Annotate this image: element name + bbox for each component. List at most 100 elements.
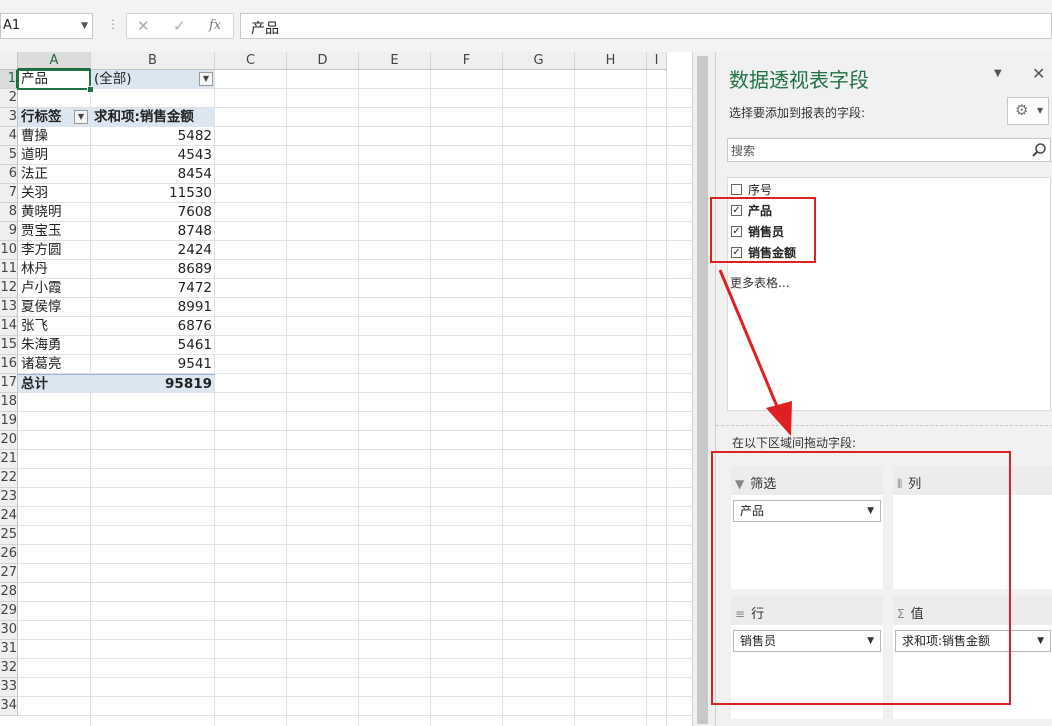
value-cell[interactable]: 11530 — [91, 184, 215, 203]
value-cell[interactable]: 2424 — [91, 241, 215, 260]
row-header[interactable]: 34 — [0, 697, 18, 716]
column-header-c[interactable]: C — [215, 52, 287, 70]
row-header[interactable]: 24 — [0, 507, 18, 526]
value-cell[interactable]: 6876 — [91, 317, 215, 336]
checkbox[interactable] — [731, 184, 742, 195]
row-header[interactable]: 8 — [0, 203, 18, 222]
row-number: 26 — [0, 546, 17, 561]
row-label-cell[interactable]: 道明 — [18, 146, 91, 165]
scrollbar-thumb[interactable] — [697, 56, 708, 724]
row-header[interactable]: 7 — [0, 184, 18, 203]
row-header[interactable]: 13 — [0, 298, 18, 317]
column-header-h[interactable]: H — [575, 52, 647, 70]
row-label-cell[interactable]: 贾宝玉 — [18, 222, 91, 241]
row-header[interactable]: 17 — [0, 374, 18, 393]
close-icon[interactable]: ✕ — [1032, 64, 1045, 83]
row-header[interactable]: 3 — [0, 108, 18, 127]
value-cell[interactable]: 8748 — [91, 222, 215, 241]
total-value[interactable]: 95819 — [91, 374, 215, 393]
value-cell[interactable]: 9541 — [91, 355, 215, 374]
row-header[interactable]: 11 — [0, 260, 18, 279]
row-label-filter-icon[interactable]: ▼ — [74, 110, 88, 124]
row-header[interactable]: 28 — [0, 583, 18, 602]
filter-dropdown-icon[interactable]: ▼ — [199, 72, 213, 86]
tools-button[interactable]: ⚙ ▼ — [1007, 97, 1049, 125]
search-input[interactable] — [729, 140, 1023, 162]
row-header[interactable]: 2 — [0, 89, 18, 108]
row-header[interactable]: 18 — [0, 393, 18, 412]
row-header[interactable]: 21 — [0, 450, 18, 469]
row-label-cell[interactable]: 法正 — [18, 165, 91, 184]
row-label-cell[interactable]: 张飞 — [18, 317, 91, 336]
row-header[interactable]: 4 — [0, 127, 18, 146]
value-cell[interactable]: 5482 — [91, 127, 215, 146]
row-number: 4 — [8, 128, 17, 143]
formula-input[interactable]: 产品 — [240, 13, 1052, 39]
pane-splitter[interactable] — [716, 425, 1052, 427]
row-label-cell[interactable]: 诸葛亮 — [18, 355, 91, 374]
row-header[interactable]: 26 — [0, 545, 18, 564]
value-cell[interactable]: 5461 — [91, 336, 215, 355]
column-header-e[interactable]: E — [359, 52, 431, 70]
insert-function-icon[interactable]: fx — [209, 18, 221, 33]
value-cell[interactable]: 8991 — [91, 298, 215, 317]
row-label-cell[interactable]: 黄晓明 — [18, 203, 91, 222]
gridline-horizontal — [18, 639, 692, 640]
row-header[interactable]: 32 — [0, 659, 18, 678]
row-header[interactable]: 6 — [0, 165, 18, 184]
row-header[interactable]: 1 — [0, 70, 18, 89]
name-box[interactable]: A1 ▼ — [0, 13, 93, 39]
value-cell[interactable]: 8454 — [91, 165, 215, 184]
row-header[interactable]: 31 — [0, 640, 18, 659]
column-header-i[interactable]: I — [647, 52, 667, 70]
row-header[interactable]: 10 — [0, 241, 18, 260]
row-header[interactable]: 30 — [0, 621, 18, 640]
row-header[interactable]: 19 — [0, 412, 18, 431]
chevron-down-icon[interactable]: ▼ — [81, 21, 88, 31]
row-header[interactable]: 5 — [0, 146, 18, 165]
more-options-icon[interactable]: ⋮ — [107, 17, 119, 31]
row-header[interactable]: 29 — [0, 602, 18, 621]
row-header[interactable]: 16 — [0, 355, 18, 374]
row-label-cell[interactable]: 朱海勇 — [18, 336, 91, 355]
row-number: 21 — [0, 451, 17, 466]
filter-value-cell[interactable]: (全部) — [91, 70, 215, 89]
row-header[interactable]: 15 — [0, 336, 18, 355]
sum-header[interactable]: 求和项:销售金额 — [91, 108, 215, 127]
cancel-icon[interactable]: ✕ — [137, 17, 150, 35]
column-header-b[interactable]: B — [91, 52, 215, 70]
value-cell[interactable]: 8689 — [91, 260, 215, 279]
chevron-down-icon[interactable]: ▼ — [1037, 631, 1044, 651]
row-label-cell[interactable]: 李方圆 — [18, 241, 91, 260]
row-header[interactable]: 9 — [0, 222, 18, 241]
row-header[interactable]: 23 — [0, 488, 18, 507]
row-header[interactable]: 20 — [0, 431, 18, 450]
value-cell[interactable]: 7608 — [91, 203, 215, 222]
row-header[interactable]: 25 — [0, 526, 18, 545]
column-header-f[interactable]: F — [431, 52, 503, 70]
row-header[interactable]: 22 — [0, 469, 18, 488]
row-header[interactable]: 33 — [0, 678, 18, 697]
row-label-cell[interactable]: 林丹 — [18, 260, 91, 279]
value-cell[interactable]: 4543 — [91, 146, 215, 165]
row-label-cell[interactable]: 曹操 — [18, 127, 91, 146]
confirm-icon[interactable]: ✓ — [173, 17, 186, 35]
row-header[interactable]: 12 — [0, 279, 18, 298]
fill-handle[interactable] — [87, 86, 94, 93]
column-header-g[interactable]: G — [503, 52, 575, 70]
search-field[interactable] — [727, 138, 1051, 162]
value-cell[interactable]: 7472 — [91, 279, 215, 298]
column-header-d[interactable]: D — [287, 52, 359, 70]
select-all-corner[interactable] — [0, 52, 18, 70]
row-header[interactable]: 27 — [0, 564, 18, 583]
row-label-cell[interactable]: 卢小霞 — [18, 279, 91, 298]
search-icon[interactable] — [1031, 142, 1047, 158]
row-label-cell[interactable]: 夏侯惇 — [18, 298, 91, 317]
spreadsheet-grid[interactable]: ABCDEFGHI 1 2 3 4 5 6 7 8 9 10 11 12 13 14 15 16 17 18 19 2… — [0, 52, 692, 726]
row-header[interactable]: 14 — [0, 317, 18, 336]
total-label[interactable]: 总计 — [18, 374, 91, 393]
column-header-a[interactable]: A — [18, 52, 91, 70]
row-label-cell[interactable]: 关羽 — [18, 184, 91, 203]
more-tables-link[interactable]: 更多表格... — [730, 274, 789, 291]
pane-options-icon[interactable]: ▼ — [994, 68, 1002, 79]
